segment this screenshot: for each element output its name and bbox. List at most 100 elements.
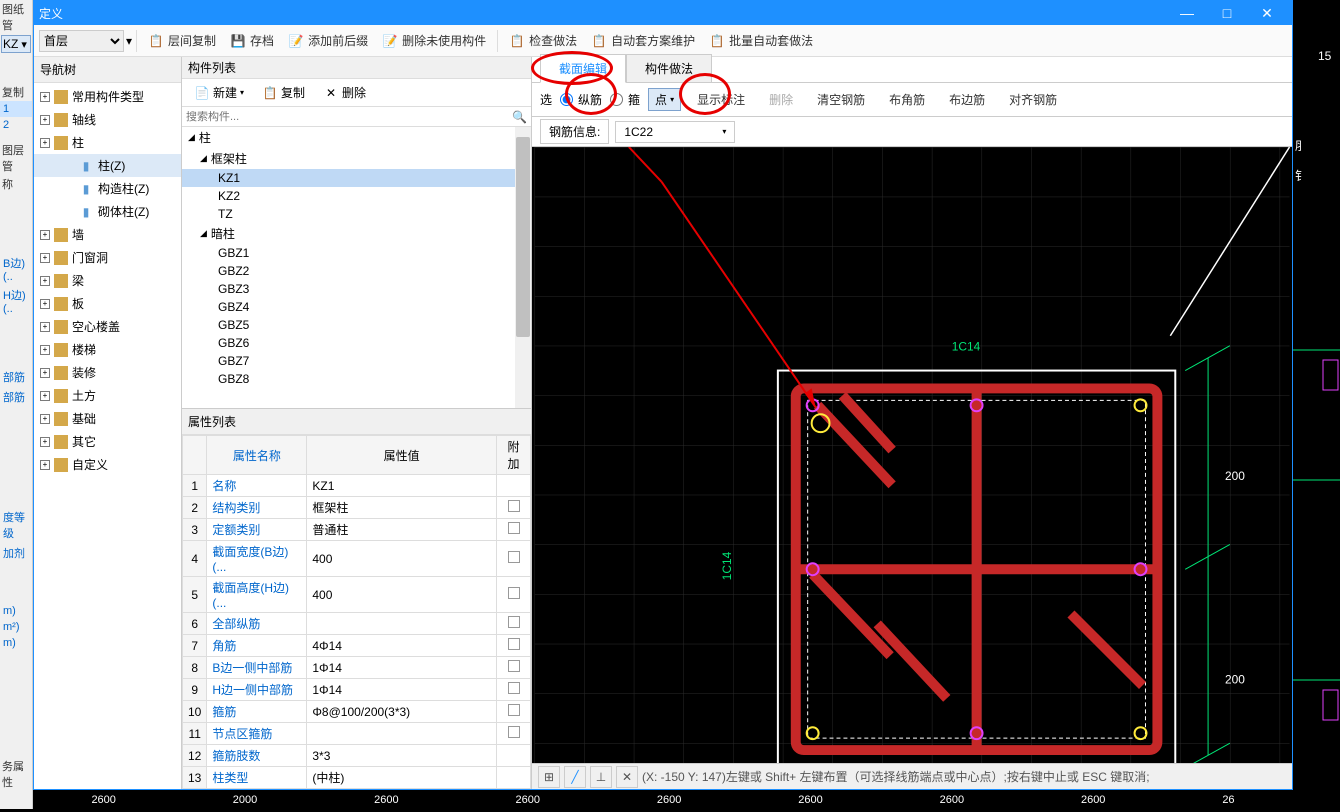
nav-item-5[interactable]: +梁 bbox=[34, 269, 181, 292]
prop-row[interactable]: 4截面宽度(B边)(...400 bbox=[183, 541, 531, 577]
prop-row[interactable]: 10箍筋Φ8@100/200(3*3) bbox=[183, 701, 531, 723]
radio-stir[interactable] bbox=[610, 93, 623, 106]
comp-item-1[interactable]: ◢ 框架柱 bbox=[182, 148, 531, 169]
checkbox[interactable] bbox=[508, 660, 520, 672]
nav-item-12[interactable]: +其它 bbox=[34, 430, 181, 453]
prop-row[interactable]: 9H边一侧中部筋1Φ14 bbox=[183, 679, 531, 701]
drawing-canvas[interactable]: 1C14 1C14 200 200 bbox=[532, 147, 1292, 763]
search-input[interactable] bbox=[186, 111, 512, 123]
kz-btn[interactable]: KZ ▾ bbox=[1, 35, 31, 53]
nav-item-7[interactable]: +空心楼盖 bbox=[34, 315, 181, 338]
close-button[interactable]: ✕ bbox=[1247, 1, 1287, 25]
comp-item-8[interactable]: GBZ3 bbox=[182, 280, 531, 298]
tab-copy[interactable]: 复制 bbox=[0, 83, 32, 101]
prop-row[interactable]: 8B边一侧中部筋1Φ14 bbox=[183, 657, 531, 679]
nav-sub-1[interactable]: ▮构造柱(Z) bbox=[34, 177, 181, 200]
checkbox[interactable] bbox=[508, 551, 520, 563]
expand-icon[interactable]: + bbox=[40, 138, 50, 148]
checkbox[interactable] bbox=[508, 522, 520, 534]
nav-sub-2[interactable]: ▮砌体柱(Z) bbox=[34, 200, 181, 223]
grid-icon[interactable]: ⊞ bbox=[538, 766, 560, 788]
nav-item-11[interactable]: +基础 bbox=[34, 407, 181, 430]
checkbox[interactable] bbox=[508, 500, 520, 512]
nav-sub-0[interactable]: ▮柱(Z) bbox=[34, 154, 181, 177]
comp-item-5[interactable]: ◢ 暗柱 bbox=[182, 223, 531, 244]
corner-button[interactable]: 布角筋 bbox=[881, 87, 933, 112]
expand-icon[interactable]: + bbox=[40, 276, 50, 286]
radio-longit[interactable] bbox=[560, 93, 573, 106]
nav-item-1[interactable]: +轴线 bbox=[34, 108, 181, 131]
cross-icon[interactable]: ✕ bbox=[616, 766, 638, 788]
expand-icon[interactable]: + bbox=[40, 391, 50, 401]
expand-icon[interactable]: + bbox=[40, 437, 50, 447]
prop-row[interactable]: 12箍筋肢数3*3 bbox=[183, 745, 531, 767]
checkbox[interactable] bbox=[508, 704, 520, 716]
prop-row[interactable]: 2结构类别框架柱 bbox=[183, 497, 531, 519]
rebar-info-select[interactable]: 1C22▾ bbox=[615, 121, 735, 143]
tb-prefix[interactable]: 📝添加前后缀 bbox=[281, 29, 375, 52]
minimize-button[interactable]: — bbox=[1167, 1, 1207, 25]
expand-icon[interactable]: + bbox=[40, 368, 50, 378]
tab-method[interactable]: 构件做法 bbox=[626, 54, 712, 82]
tab-section[interactable]: 截面编辑 bbox=[540, 54, 626, 83]
ls-item-2[interactable]: 2 bbox=[0, 117, 32, 133]
nav-item-6[interactable]: +板 bbox=[34, 292, 181, 315]
maximize-button[interactable]: □ bbox=[1207, 1, 1247, 25]
expand-icon[interactable]: + bbox=[40, 253, 50, 263]
nav-item-3[interactable]: +墙 bbox=[34, 223, 181, 246]
comp-item-3[interactable]: KZ2 bbox=[182, 187, 531, 205]
comp-item-9[interactable]: GBZ4 bbox=[182, 298, 531, 316]
nav-item-13[interactable]: +自定义 bbox=[34, 453, 181, 476]
expand-icon[interactable]: + bbox=[40, 230, 50, 240]
tb-delete-unused[interactable]: 📝删除未使用构件 bbox=[375, 29, 493, 52]
prop-row[interactable]: 13柱类型(中柱) bbox=[183, 767, 531, 789]
checkbox[interactable] bbox=[508, 587, 520, 599]
line-icon[interactable]: ╱ bbox=[564, 766, 586, 788]
comp-item-10[interactable]: GBZ5 bbox=[182, 316, 531, 334]
expand-icon[interactable]: + bbox=[40, 299, 50, 309]
nav-item-8[interactable]: +楼梯 bbox=[34, 338, 181, 361]
del-button[interactable]: 删除 bbox=[761, 87, 801, 112]
prop-row[interactable]: 5截面高度(H边)(...400 bbox=[183, 577, 531, 613]
ls-item-1[interactable]: 1 bbox=[0, 101, 32, 117]
expand-icon[interactable]: + bbox=[40, 414, 50, 424]
expand-icon[interactable]: + bbox=[40, 345, 50, 355]
tb-copy-floor[interactable]: 📋层间复制 bbox=[141, 29, 223, 52]
comp-item-4[interactable]: TZ bbox=[182, 205, 531, 223]
prop-row[interactable]: 3定额类别普通柱 bbox=[183, 519, 531, 541]
comp-item-11[interactable]: GBZ6 bbox=[182, 334, 531, 352]
scroll-thumb[interactable] bbox=[516, 137, 530, 337]
prop-row[interactable]: 6全部纵筋 bbox=[183, 613, 531, 635]
prop-row[interactable]: 7角筋4Φ14 bbox=[183, 635, 531, 657]
anno-button[interactable]: 显示标注 bbox=[689, 87, 753, 112]
nav-item-4[interactable]: +门窗洞 bbox=[34, 246, 181, 269]
nav-item-2[interactable]: +柱 bbox=[34, 131, 181, 154]
expand-icon[interactable]: + bbox=[40, 92, 50, 102]
checkbox[interactable] bbox=[508, 726, 520, 738]
expand-icon[interactable]: + bbox=[40, 115, 50, 125]
clear-button[interactable]: 清空钢筋 bbox=[809, 87, 873, 112]
floor-select[interactable]: 首层 bbox=[39, 30, 124, 52]
checkbox[interactable] bbox=[508, 638, 520, 650]
expand-icon[interactable]: + bbox=[40, 460, 50, 470]
tb-archive[interactable]: 💾存档 bbox=[223, 29, 281, 52]
delete-button[interactable]: ✕删除 bbox=[317, 82, 372, 103]
expand-icon[interactable]: + bbox=[40, 322, 50, 332]
scrollbar[interactable] bbox=[515, 127, 531, 408]
nav-item-9[interactable]: +装修 bbox=[34, 361, 181, 384]
search-icon[interactable]: 🔍 bbox=[512, 110, 527, 124]
tb-check[interactable]: 📋检查做法 bbox=[502, 29, 584, 52]
nav-item-10[interactable]: +土方 bbox=[34, 384, 181, 407]
point-button[interactable]: 点 ▾ bbox=[648, 88, 681, 111]
prop-row[interactable]: 1名称KZ1 bbox=[183, 475, 531, 497]
copy-button[interactable]: 📋复制 bbox=[256, 82, 311, 103]
comp-item-2[interactable]: KZ1 bbox=[182, 169, 531, 187]
tb-batch[interactable]: 📋批量自动套做法 bbox=[702, 29, 820, 52]
tb-auto-scheme[interactable]: 📋自动套方案维护 bbox=[584, 29, 702, 52]
nav-item-0[interactable]: +常用构件类型 bbox=[34, 85, 181, 108]
checkbox[interactable] bbox=[508, 616, 520, 628]
comp-item-7[interactable]: GBZ2 bbox=[182, 262, 531, 280]
new-button[interactable]: 📄新建 ▾ bbox=[188, 82, 250, 103]
checkbox[interactable] bbox=[508, 682, 520, 694]
perp-icon[interactable]: ⊥ bbox=[590, 766, 612, 788]
